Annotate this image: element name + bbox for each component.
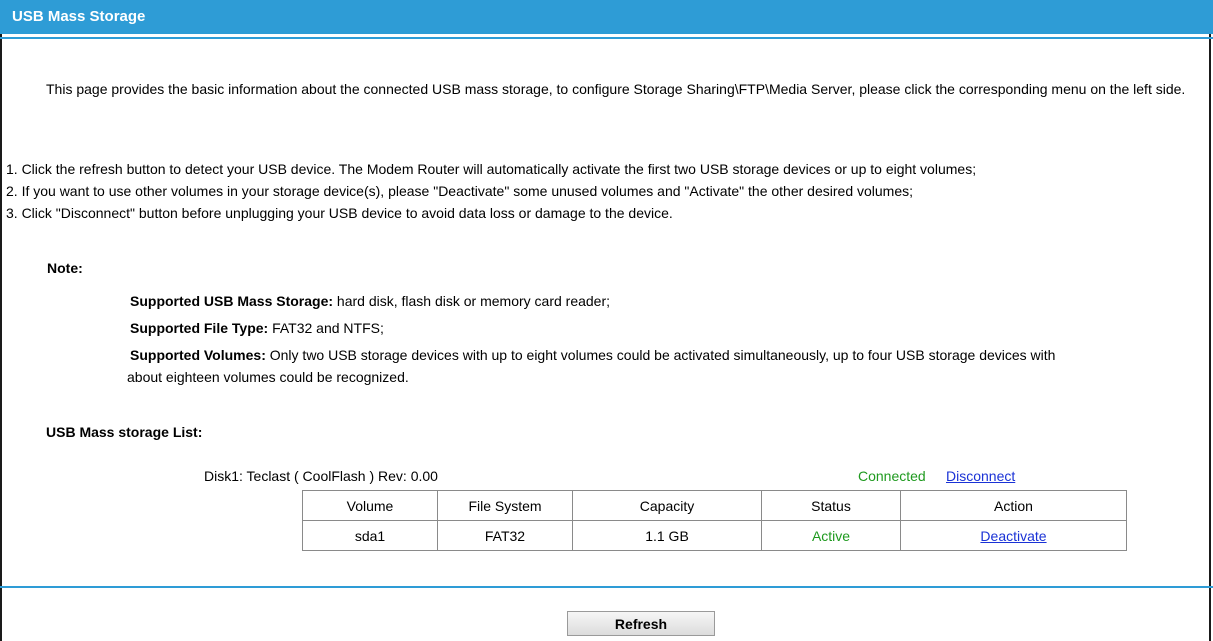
note-label: Note: xyxy=(47,260,83,276)
table-header-row: Volume File System Capacity Status Actio… xyxy=(302,490,1127,521)
note-term: Supported USB Mass Storage: xyxy=(130,293,334,309)
instruction-item: 3. Click "Disconnect" button before unpl… xyxy=(6,205,673,221)
title-divider xyxy=(0,37,1213,39)
table-row: sda1 FAT32 1.1 GB Active Deactivate xyxy=(302,520,1127,551)
cell-volume: sda1 xyxy=(302,520,438,551)
column-header-action: Action xyxy=(900,490,1127,521)
instruction-list: 1. Click the refresh button to detect yo… xyxy=(6,158,1206,224)
disk-info: Disk1: Teclast ( CoolFlash ) Rev: 0.00 xyxy=(204,468,438,484)
instruction-item: 1. Click the refresh button to detect yo… xyxy=(6,161,977,177)
column-header-capacity: Capacity xyxy=(572,490,762,521)
note-text: hard disk, flash disk or memory card rea… xyxy=(333,293,611,309)
note-supported-filetype: Supported File Type: FAT32 and NTFS; xyxy=(130,317,384,339)
intro-text: This page provides the basic information… xyxy=(46,81,1186,97)
bottom-divider xyxy=(0,586,1213,588)
instruction-item: 2. If you want to use other volumes in y… xyxy=(6,183,914,199)
cell-capacity: 1.1 GB xyxy=(572,520,762,551)
note-supported-volumes: Supported Volumes: Only two USB storage … xyxy=(127,344,1200,388)
column-header-status: Status xyxy=(761,490,901,521)
note-text: FAT32 and NTFS; xyxy=(268,320,384,336)
note-text: Only two USB storage devices with up to … xyxy=(265,347,1056,363)
column-header-file-system: File System xyxy=(437,490,573,521)
note-term: Supported Volumes: xyxy=(130,347,266,363)
deactivate-link[interactable]: Deactivate xyxy=(980,528,1046,544)
note-text-continued: about eighteen volumes could be recogniz… xyxy=(127,369,409,385)
cell-status: Active xyxy=(761,520,901,551)
page-title: USB Mass Storage xyxy=(0,0,1213,34)
cell-action: Deactivate xyxy=(900,520,1127,551)
volume-table: Volume File System Capacity Status Actio… xyxy=(302,490,1127,551)
disconnect-link[interactable]: Disconnect xyxy=(946,468,1015,484)
storage-list-label: USB Mass storage List: xyxy=(46,424,203,440)
refresh-button[interactable]: Refresh xyxy=(567,611,715,636)
connection-status: Connected xyxy=(858,468,926,484)
note-supported-storage: Supported USB Mass Storage: hard disk, f… xyxy=(130,290,610,312)
cell-file-system: FAT32 xyxy=(437,520,573,551)
column-header-volume: Volume xyxy=(302,490,438,521)
note-term: Supported File Type: xyxy=(130,320,269,336)
